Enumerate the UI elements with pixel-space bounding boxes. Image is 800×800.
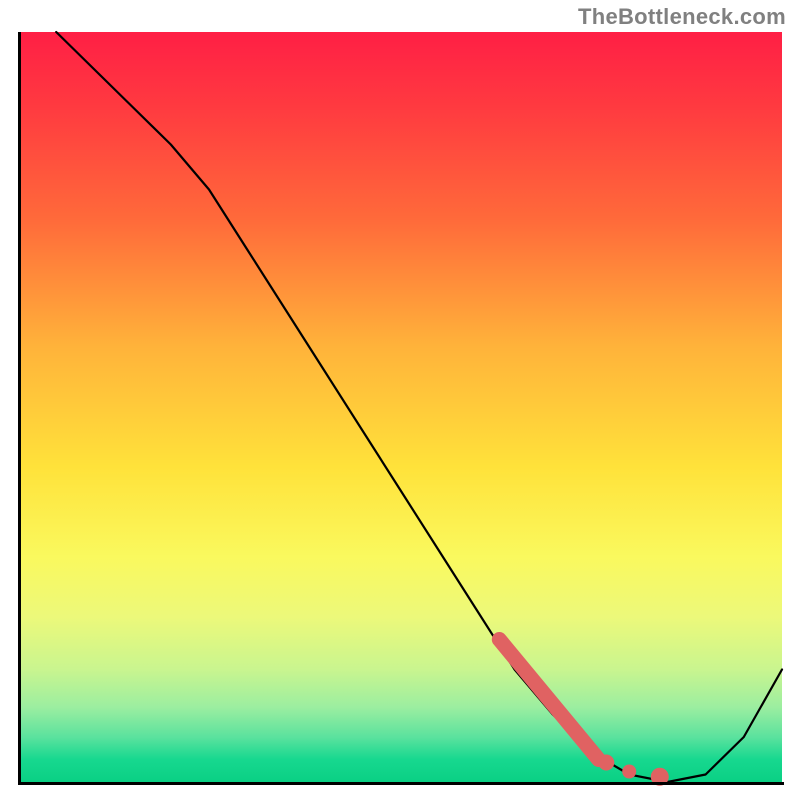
highlight-dot: [622, 765, 636, 779]
highlight-segment: [499, 640, 598, 760]
x-axis: [18, 782, 784, 785]
highlight-dot: [598, 755, 614, 771]
curve-line: [56, 32, 782, 782]
chart-stage: TheBottleneck.com: [0, 0, 800, 800]
chart-overlay: [18, 32, 782, 782]
y-axis: [18, 32, 21, 785]
watermark-text: TheBottleneck.com: [578, 4, 786, 30]
